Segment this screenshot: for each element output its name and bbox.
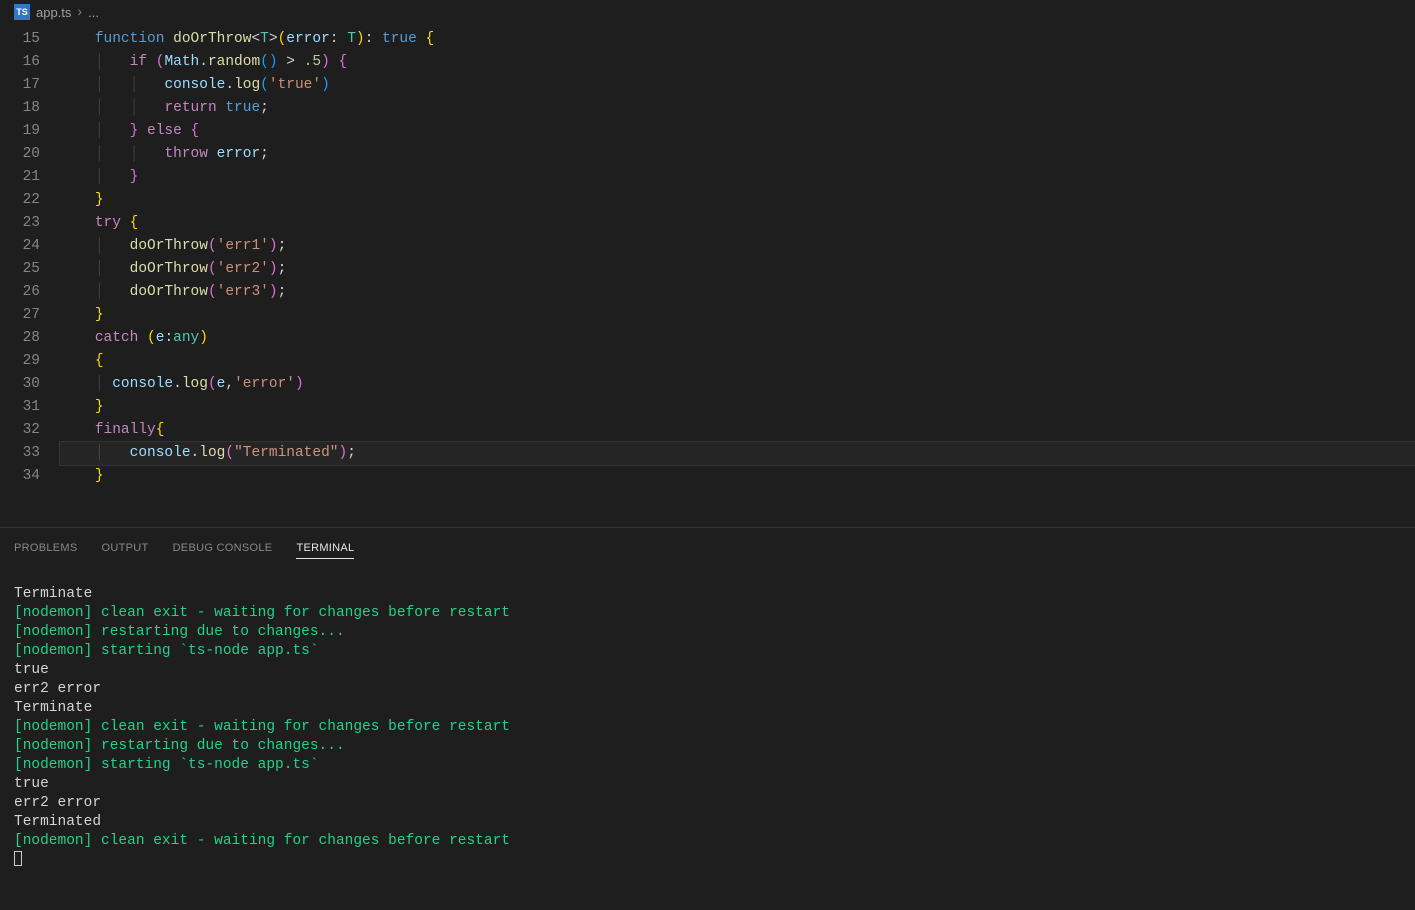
code-line[interactable]: │ doOrThrow('err1'); [60, 235, 1415, 258]
code-line[interactable]: try { [60, 212, 1415, 235]
terminal-line: [nodemon] restarting due to changes... [14, 623, 1401, 642]
line-number: 21 [0, 166, 40, 189]
code-line[interactable]: │ │ throw error; [60, 143, 1415, 166]
code-line[interactable]: finally{ [60, 419, 1415, 442]
code-line[interactable]: } [60, 396, 1415, 419]
line-number: 34 [0, 465, 40, 488]
line-number: 15 [0, 28, 40, 51]
code-line[interactable]: │ if (Math.random() > .5) { [60, 51, 1415, 74]
line-number: 25 [0, 258, 40, 281]
terminal-cursor[interactable] [14, 851, 1401, 873]
typescript-file-icon: TS [14, 4, 30, 20]
terminal-line: [nodemon] clean exit - waiting for chang… [14, 718, 1401, 737]
line-number: 32 [0, 419, 40, 442]
terminal-line: [nodemon] clean exit - waiting for chang… [14, 832, 1401, 851]
code-line[interactable]: │ doOrThrow('err3'); [60, 281, 1415, 304]
panel-tab-terminal[interactable]: TERMINAL [296, 538, 354, 559]
line-number: 20 [0, 143, 40, 166]
line-number: 16 [0, 51, 40, 74]
line-number: 31 [0, 396, 40, 419]
line-number: 23 [0, 212, 40, 235]
breadcrumb-trailing[interactable]: ... [88, 5, 99, 20]
line-number: 17 [0, 74, 40, 97]
terminal-line: err2 error [14, 680, 1401, 699]
panel-tab-output[interactable]: OUTPUT [102, 538, 149, 559]
terminal-line: true [14, 775, 1401, 794]
line-number-gutter: 1516171819202122232425262728293031323334 [0, 24, 60, 527]
code-line[interactable]: │ │ return true; [60, 97, 1415, 120]
terminal-line: [nodemon] starting `ts-node app.ts` [14, 642, 1401, 661]
panel-tab-debug-console[interactable]: DEBUG CONSOLE [173, 538, 273, 559]
code-line[interactable]: { [60, 350, 1415, 373]
code-line[interactable]: function doOrThrow<T>(error: T): true { [60, 28, 1415, 51]
code-editor[interactable]: 1516171819202122232425262728293031323334… [0, 24, 1415, 527]
code-line[interactable]: } [60, 465, 1415, 488]
breadcrumb-file-name[interactable]: app.ts [36, 5, 71, 20]
terminal-line: Terminate [14, 585, 1401, 604]
chevron-right-icon: › [77, 3, 82, 19]
breadcrumb[interactable]: TS app.ts › ... [0, 0, 1415, 24]
panel-tab-problems[interactable]: PROBLEMS [14, 538, 78, 559]
line-number: 24 [0, 235, 40, 258]
line-number: 22 [0, 189, 40, 212]
code-content[interactable]: function doOrThrow<T>(error: T): true { … [60, 24, 1415, 527]
line-number: 19 [0, 120, 40, 143]
code-line[interactable]: │ doOrThrow('err2'); [60, 258, 1415, 281]
bottom-panel: PROBLEMS OUTPUT DEBUG CONSOLE TERMINAL Term… [0, 527, 1415, 910]
code-line[interactable]: catch (e:any) [60, 327, 1415, 350]
line-number: 30 [0, 373, 40, 396]
line-number: 18 [0, 97, 40, 120]
terminal-line: true [14, 661, 1401, 680]
line-number: 33 [0, 442, 40, 465]
panel-tab-bar: PROBLEMS OUTPUT DEBUG CONSOLE TERMINAL [0, 528, 1415, 559]
code-line[interactable]: │ console.log("Terminated"); [60, 442, 1415, 465]
terminal-line: [nodemon] starting `ts-node app.ts` [14, 756, 1401, 775]
code-line[interactable]: │ │ console.log('true') [60, 74, 1415, 97]
code-line[interactable]: │ } [60, 166, 1415, 189]
terminal-output[interactable]: Terminate[nodemon] clean exit - waiting … [0, 559, 1415, 873]
line-number: 27 [0, 304, 40, 327]
terminal-line: [nodemon] restarting due to changes... [14, 737, 1401, 756]
terminal-line: Terminated [14, 813, 1401, 832]
line-number: 26 [0, 281, 40, 304]
terminal-line: [nodemon] clean exit - waiting for chang… [14, 604, 1401, 623]
line-number: 29 [0, 350, 40, 373]
line-number: 28 [0, 327, 40, 350]
code-line[interactable]: } [60, 189, 1415, 212]
terminal-line: Terminate [14, 699, 1401, 718]
terminal-line: err2 error [14, 794, 1401, 813]
code-line[interactable]: │ console.log(e,'error') [60, 373, 1415, 396]
code-line[interactable]: │ } else { [60, 120, 1415, 143]
code-line[interactable]: } [60, 304, 1415, 327]
